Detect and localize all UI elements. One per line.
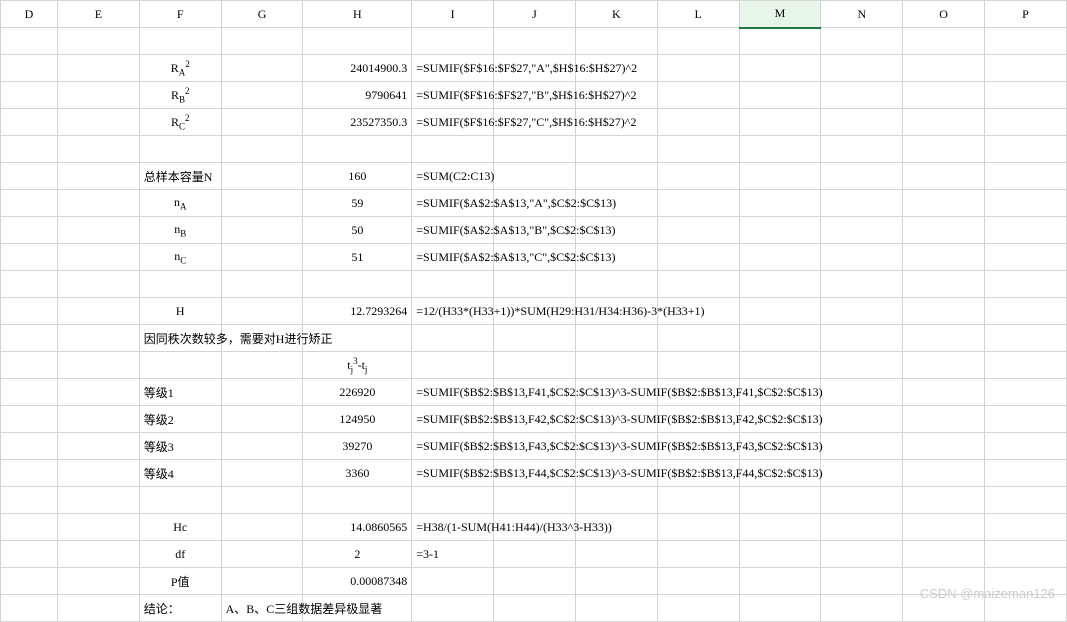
row-grade3[interactable]: 等级3 39270=SUMIF($B$2:$B$13,F43,$C$2:$C$13… — [1, 433, 1067, 460]
cell-value[interactable]: 160 — [303, 163, 412, 190]
cell-formula[interactable]: =SUM(C2:C13) — [412, 163, 494, 190]
cell-label[interactable]: nC — [139, 244, 221, 271]
cell-value[interactable]: 12.7293264 — [303, 298, 412, 325]
row-conclusion[interactable]: 结论：A、B、C三组数据差异极显著 — [1, 595, 1067, 622]
cell-label[interactable]: 总样本容量N — [139, 163, 221, 190]
cell-label[interactable]: H — [139, 298, 221, 325]
col-header-I[interactable]: I — [412, 1, 494, 28]
row-grade4[interactable]: 等级4 3360=SUMIF($B$2:$B$13,F44,$C$2:$C$13)… — [1, 460, 1067, 487]
col-header-M[interactable]: M — [739, 1, 821, 28]
col-header-D[interactable]: D — [1, 1, 58, 28]
cell-value[interactable]: 59 — [303, 190, 412, 217]
cell-value[interactable]: 51 — [303, 244, 412, 271]
cell-label[interactable]: 等级4 — [139, 460, 221, 487]
row-rb2[interactable]: RB2 9790641=SUMIF($F$16:$F$27,"B",$H$16:$… — [1, 82, 1067, 109]
cell-label[interactable]: nA — [139, 190, 221, 217]
cell-value[interactable]: 24014900.3 — [303, 55, 412, 82]
cell-value[interactable]: 124950 — [303, 406, 412, 433]
row-note[interactable]: 因同秩次数较多，需要对H进行矫正 — [1, 325, 1067, 352]
row-tj-header[interactable]: tj3-tj — [1, 352, 1067, 379]
cell-value[interactable]: 226920 — [303, 379, 412, 406]
cell-formula[interactable]: =SUMIF($B$2:$B$13,F42,$C$2:$C$13)^3-SUMI… — [412, 406, 494, 433]
cell-formula[interactable]: =SUMIF($A$2:$A$13,"A",$C$2:$C$13) — [412, 190, 494, 217]
col-header-G[interactable]: G — [221, 1, 303, 28]
cell-formula[interactable]: =H38/(1-SUM(H41:H44)/(H33^3-H33)) — [412, 514, 494, 541]
cell-value[interactable]: 9790641 — [303, 82, 412, 109]
cell-label[interactable]: P值 — [139, 568, 221, 595]
cell-label[interactable]: 等级2 — [139, 406, 221, 433]
col-header-H[interactable]: H — [303, 1, 412, 28]
cell-formula[interactable]: =SUMIF($A$2:$A$13,"C",$C$2:$C$13) — [412, 244, 494, 271]
watermark: CSDN @maizeman126 — [920, 586, 1055, 601]
cell-label[interactable]: 等级1 — [139, 379, 221, 406]
row-nb[interactable]: nB 50=SUMIF($A$2:$A$13,"B",$C$2:$C$13) — [1, 217, 1067, 244]
col-header-L[interactable]: L — [657, 1, 739, 28]
col-header-N[interactable]: N — [821, 1, 903, 28]
cell-label[interactable]: RB2 — [139, 82, 221, 109]
row-grade2[interactable]: 等级2 124950=SUMIF($B$2:$B$13,F42,$C$2:$C$1… — [1, 406, 1067, 433]
cell-formula[interactable]: =SUMIF($F$16:$F$27,"B",$H$16:$H$27)^2 — [412, 82, 494, 109]
spreadsheet: D E F G H I J K L M N O P RA224014900.3=… — [0, 0, 1067, 607]
cell-formula[interactable]: =SUMIF($B$2:$B$13,F41,$C$2:$C$13)^3-SUMI… — [412, 379, 494, 406]
cell-label[interactable]: df — [139, 541, 221, 568]
cell-value[interactable]: 14.0860565 — [303, 514, 412, 541]
row-P[interactable]: P值 0.00087348 — [1, 568, 1067, 595]
row-na[interactable]: nA 59=SUMIF($A$2:$A$13,"A",$C$2:$C$13) — [1, 190, 1067, 217]
col-header-E[interactable]: E — [57, 1, 139, 28]
cell-formula[interactable]: =SUMIF($B$2:$B$13,F43,$C$2:$C$13)^3-SUMI… — [412, 433, 494, 460]
cell-conclusion[interactable]: A、B、C三组数据差异极显著 — [221, 595, 303, 622]
cell-label[interactable]: Hc — [139, 514, 221, 541]
col-header-O[interactable]: O — [903, 1, 985, 28]
row-rc2[interactable]: RC2 23527350.3=SUMIF($F$16:$F$27,"C",$H$1… — [1, 109, 1067, 136]
grid[interactable]: D E F G H I J K L M N O P RA224014900.3=… — [0, 0, 1067, 622]
cell-formula[interactable]: =12/(H33*(H33+1))*SUM(H29:H31/H34:H36)-3… — [412, 298, 494, 325]
col-header-P[interactable]: P — [985, 1, 1067, 28]
row-df[interactable]: df 2=3-1 — [1, 541, 1067, 568]
cell-value[interactable]: 23527350.3 — [303, 109, 412, 136]
row-nc[interactable]: nC 51=SUMIF($A$2:$A$13,"C",$C$2:$C$13) — [1, 244, 1067, 271]
row-N[interactable]: 总样本容量N 160=SUM(C2:C13) — [1, 163, 1067, 190]
grid-body[interactable]: RA2 24014900.3=SUMIF($F$16:$F$27,"A",$H$1… — [1, 28, 1067, 622]
cell-formula[interactable]: =SUMIF($F$16:$F$27,"A",$H$16:$H$27)^2 — [412, 55, 494, 82]
cell-label[interactable]: RC2 — [139, 109, 221, 136]
row-Hc[interactable]: Hc 14.0860565=H38/(1-SUM(H41:H44)/(H33^3-… — [1, 514, 1067, 541]
cell-formula[interactable]: =SUMIF($B$2:$B$13,F44,$C$2:$C$13)^3-SUMI… — [412, 460, 494, 487]
cell-label[interactable]: 结论： — [139, 595, 221, 622]
cell-value[interactable]: 50 — [303, 217, 412, 244]
cell-label[interactable]: RA2 — [139, 55, 221, 82]
row-grade1[interactable]: 等级1 226920=SUMIF($B$2:$B$13,F41,$C$2:$C$1… — [1, 379, 1067, 406]
cell-value[interactable]: 3360 — [303, 460, 412, 487]
col-header-K[interactable]: K — [575, 1, 657, 28]
cell-label[interactable]: 等级3 — [139, 433, 221, 460]
cell-note[interactable]: 因同秩次数较多，需要对H进行矫正 — [139, 325, 221, 352]
cell-value[interactable]: 2 — [303, 541, 412, 568]
cell-label[interactable]: nB — [139, 217, 221, 244]
col-header-J[interactable]: J — [494, 1, 576, 28]
cell-formula[interactable]: =SUMIF($F$16:$F$27,"C",$H$16:$H$27)^2 — [412, 109, 494, 136]
column-headers[interactable]: D E F G H I J K L M N O P — [1, 1, 1067, 28]
cell-value[interactable]: 0.00087348 — [303, 568, 412, 595]
row-ra2[interactable]: RA2 24014900.3=SUMIF($F$16:$F$27,"A",$H$1… — [1, 55, 1067, 82]
cell-formula[interactable]: =3-1 — [412, 541, 494, 568]
cell-value[interactable]: 39270 — [303, 433, 412, 460]
row-H[interactable]: H 12.7293264=12/(H33*(H33+1))*SUM(H29:H31… — [1, 298, 1067, 325]
cell-formula[interactable]: =SUMIF($A$2:$A$13,"B",$C$2:$C$13) — [412, 217, 494, 244]
cell-tj-label[interactable]: tj3-tj — [303, 352, 412, 379]
col-header-F[interactable]: F — [139, 1, 221, 28]
